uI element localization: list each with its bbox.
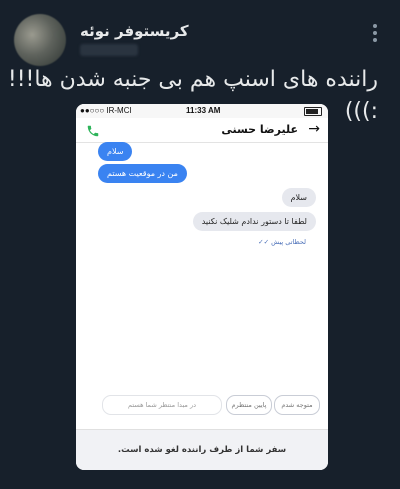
avatar[interactable] — [14, 14, 66, 66]
username-handle[interactable] — [80, 44, 138, 56]
quick-reply-waiting-below[interactable]: پایین منتظرم — [226, 395, 272, 415]
status-bar: ●●○○○ IR-MCI 11:33 AM — [76, 104, 328, 118]
message-bubble: سلام — [281, 188, 316, 207]
attached-screenshot[interactable]: ●●○○○ IR-MCI 11:33 AM علیرضا حسنی → سلام… — [76, 104, 328, 470]
cancel-banner: سفر شما از طرف راننده لغو شده است. — [76, 429, 328, 470]
back-arrow-icon[interactable]: → — [308, 121, 320, 137]
battery-icon — [304, 107, 322, 116]
double-check-icon: ✓✓ — [258, 238, 270, 246]
clock: 11:33 AM — [186, 106, 221, 115]
quick-reply-understood[interactable]: متوجه شدم — [274, 395, 320, 415]
quick-replies: متوجه شدم پایین منتظرم در مبدا منتظر شما… — [76, 395, 328, 417]
display-name[interactable]: کریستوفر نوئه — [80, 22, 189, 40]
delivery-status: لحظاتی پیش ✓✓ — [258, 238, 306, 246]
message-bubble: لطفا تا دستور ندادم شلیک نکنید — [192, 212, 316, 231]
message-bubble: سلام — [98, 142, 133, 161]
chat-header: علیرضا حسنی → — [76, 118, 328, 143]
more-options-icon[interactable] — [372, 24, 378, 44]
carrier-label: ●●○○○ IR-MCI — [80, 106, 132, 115]
call-icon[interactable] — [86, 123, 102, 137]
contact-name: علیرضا حسنی — [221, 123, 298, 136]
quick-reply-waiting-origin[interactable]: در مبدا منتظر شما هستم — [102, 395, 222, 415]
delivery-time: لحظاتی پیش — [271, 238, 306, 246]
tweet-card: کریستوفر نوئه راننده های اسنپ هم بی جنبه… — [0, 0, 400, 489]
message-bubble: من در موقعیت هستم — [98, 164, 187, 183]
